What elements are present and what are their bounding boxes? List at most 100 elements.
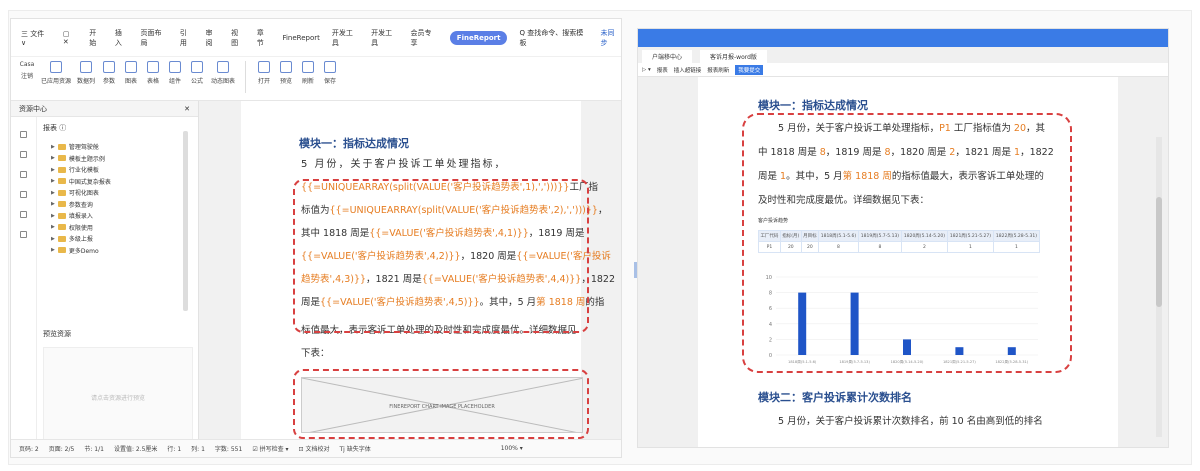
preview-page[interactable]: 模块一：指标达成情况 5 月份，关于客户投诉工单处理指标，P1 工厂指标值为 2… xyxy=(698,77,1118,447)
menu-item[interactable]: FineReport xyxy=(282,34,319,42)
module-heading: 模块一：指标达成情况 xyxy=(758,99,868,112)
parameter-button[interactable]: 参数 xyxy=(101,61,117,85)
resource-center-panel: 资源中心 ✕ 报表 ⓘ ▶ 管理驾驶舱 ▶ 模板主题示例 ▶ 行业化模板 ▶ 中国式复杂… xyxy=(11,101,199,447)
used-resources-button[interactable]: 已应用资源 xyxy=(41,61,71,85)
save-button[interactable]: 保存 xyxy=(322,61,338,85)
status-item: 页码: 2 xyxy=(19,446,39,453)
component-button[interactable]: 组件 xyxy=(167,61,183,85)
menu-item[interactable]: ▢ ✕ xyxy=(63,30,77,46)
component-icon xyxy=(169,61,182,73)
missing-font-button[interactable]: Tj 缺失字体 xyxy=(339,444,370,453)
vertical-scrollbar[interactable] xyxy=(1156,137,1162,437)
formula-highlight-box xyxy=(293,179,589,333)
open-button[interactable]: 打开 xyxy=(256,61,272,85)
data-column-icon xyxy=(80,61,93,73)
folder-icon xyxy=(57,235,66,242)
chevron-right-icon: ▶ xyxy=(51,189,55,196)
data-column-button[interactable]: 数据列 xyxy=(77,61,95,85)
chevron-right-icon: ▶ xyxy=(51,166,55,173)
tree-item[interactable]: ▶ 行业化模板 xyxy=(43,164,188,176)
settings-icon[interactable] xyxy=(20,231,27,238)
status-item: 字数: 551 xyxy=(214,446,243,453)
chevron-right-icon: ▶ xyxy=(51,155,55,162)
menu-item[interactable]: 开始 xyxy=(89,28,103,48)
preview-title: 预览资源 xyxy=(43,330,71,338)
menu-item[interactable]: 开发工具 xyxy=(371,28,398,48)
folder-icon xyxy=(57,143,66,150)
preview-box: 请点击资源进行预览 xyxy=(43,347,193,447)
chart-button[interactable]: 图表 xyxy=(123,61,139,85)
dynamic-chart-button[interactable]: 动态图表 xyxy=(211,61,235,85)
proofread-button[interactable]: ⊡ 文档校对 xyxy=(299,444,330,453)
chart-icon[interactable] xyxy=(20,191,27,198)
tab-client-center[interactable]: 户端移中心 xyxy=(642,50,693,63)
user-button[interactable]: Casa 注销 xyxy=(19,61,35,80)
toolbar-dropdown[interactable]: ▷ ▾ xyxy=(642,67,651,73)
tree-scrollbar[interactable] xyxy=(183,131,188,311)
submit-button[interactable]: 我要提交 xyxy=(735,64,764,75)
result-highlight-box xyxy=(742,113,1072,373)
menu-item[interactable]: 会员专享 xyxy=(410,28,437,48)
document-page[interactable]: 模块一：指标达成情况 5 月份，关于客户投诉工单处理指标， {{=UNIQUEA… xyxy=(241,101,615,441)
preview-button[interactable]: 预览 xyxy=(278,61,294,85)
folder-icon xyxy=(57,201,66,208)
tab-bar: 户端移中心 客诉月报-word版 xyxy=(638,47,1168,63)
chevron-right-icon: ▶ xyxy=(51,143,55,150)
menu-item[interactable]: 页面布局 xyxy=(141,28,168,48)
preview-placeholder: 请点击资源进行预览 xyxy=(90,394,145,402)
tree-item[interactable]: ▶ 管理驾驶舱 xyxy=(43,141,188,153)
report-tree: 报表 ⓘ ▶ 管理驾驶舱 ▶ 模板主题示例 ▶ 行业化模板 ▶ 中国式复杂报表 ▶ 可视化… xyxy=(43,123,188,256)
menu-item[interactable]: 章节 xyxy=(257,28,271,48)
status-item: 列: 1 xyxy=(191,446,205,453)
preview-document-area: 模块一：指标达成情况 5 月份，关于客户投诉工单处理指标，P1 工厂指标值为 2… xyxy=(638,77,1168,447)
window-titlebar xyxy=(638,29,1168,47)
tab-complaint-report[interactable]: 客诉月报-word版 xyxy=(700,50,767,63)
document-area: 模块一：指标达成情况 5 月份，关于客户投诉工单处理指标， {{=UNIQUEA… xyxy=(199,101,621,441)
side-icon-column xyxy=(11,117,37,441)
template-icon[interactable] xyxy=(20,151,27,158)
formula-button[interactable]: 公式 xyxy=(189,61,205,85)
paragraph-line: 5 月份，关于客户投诉工单处理指标， xyxy=(301,159,507,170)
close-icon[interactable]: ✕ xyxy=(184,105,190,113)
tab-finereport[interactable]: FineReport xyxy=(449,30,508,45)
menu-item[interactable]: 视图 xyxy=(231,28,245,48)
search-command[interactable]: Q 查找命令、搜索模板 xyxy=(519,28,588,48)
menu-item[interactable]: 插入 xyxy=(115,28,129,48)
report-button[interactable]: 报表 xyxy=(657,66,668,74)
tree-item[interactable]: ▶ 中国式复杂报表 xyxy=(43,176,188,188)
tree-item[interactable]: ▶ 可视化图表 xyxy=(43,187,188,199)
table-button[interactable]: 表格 xyxy=(145,61,161,85)
tree-item[interactable]: ▶ 多级上报 xyxy=(43,233,188,245)
refresh-report-button[interactable]: 报表刷新 xyxy=(707,66,729,74)
refresh-icon xyxy=(302,61,315,73)
database-icon[interactable] xyxy=(20,211,27,218)
menu-item[interactable]: 审阅 xyxy=(205,28,219,48)
chevron-right-icon: ▶ xyxy=(51,235,55,242)
list-icon[interactable] xyxy=(20,171,27,178)
parameter-icon xyxy=(103,61,116,73)
paragraph-line: 5 月份，关于客户投诉累计次数排名，前 10 名由高到低的排名 xyxy=(778,416,1043,427)
refresh-button[interactable]: 刷新 xyxy=(300,61,316,85)
menu-item[interactable]: 引用 xyxy=(180,28,194,48)
zoom-select[interactable]: 100% ▾ xyxy=(501,445,523,452)
hyperlink-button[interactable]: 插入超链接 xyxy=(674,66,702,74)
ribbon-divider xyxy=(245,61,247,93)
sync-status[interactable]: 未同步 xyxy=(600,28,620,48)
tree-item[interactable]: ▶ 模板主题示例 xyxy=(43,153,188,165)
tree-item[interactable]: ▶ 填报录入 xyxy=(43,210,188,222)
paragraph-line: 下表： xyxy=(301,348,330,359)
menu-item[interactable]: 开发工具 xyxy=(332,28,359,48)
module-heading-2: 模块二：客户投诉累计次数排名 xyxy=(758,391,912,404)
formula-icon xyxy=(191,61,204,73)
table-icon xyxy=(147,61,160,73)
chevron-right-icon: ▶ xyxy=(51,224,55,231)
report-icon[interactable] xyxy=(20,131,27,138)
tree-item[interactable]: ▶ 参数查询 xyxy=(43,199,188,211)
tree-item[interactable]: ▶ 更多Demo xyxy=(43,245,188,257)
finereport-ribbon: Casa 注销 已应用资源 数据列 参数 图表 表格 组件 公式 动态图表 打开 … xyxy=(11,57,621,101)
chart-icon xyxy=(125,61,138,73)
spell-check-button[interactable]: ☑ 拼写检查 ▾ xyxy=(252,444,288,453)
tree-item[interactable]: ▶ 权限使用 xyxy=(43,222,188,234)
word-editor-window: 三 文件 ∨ ▢ ✕ 开始 插入 页面布局 引用 审阅 视图 章节 FineRe… xyxy=(10,18,622,458)
menu-item[interactable]: 三 文件 ∨ xyxy=(21,29,51,47)
